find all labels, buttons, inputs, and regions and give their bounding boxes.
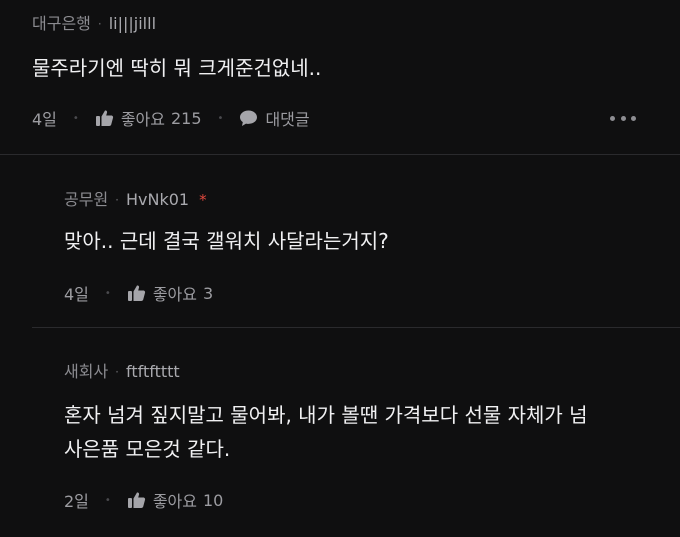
comment-text: 혼자 넘겨 짚지말고 물어봐, 내가 볼땐 가격보다 선물 자체가 넘 사은품 … bbox=[64, 398, 588, 466]
like-button[interactable]: 좋아요 10 bbox=[127, 488, 224, 512]
thumbs-up-icon bbox=[127, 285, 145, 301]
company-name: 새회사 bbox=[64, 362, 109, 381]
comment-meta: 새회사 · ftftftttt bbox=[64, 362, 180, 382]
comment-text-line: 사은품 모은것 같다. bbox=[64, 437, 231, 461]
comment-text: 물주라기엔 딱히 뭐 크게준건없네.. bbox=[32, 56, 322, 80]
reply-button[interactable]: 대댓글 bbox=[239, 106, 310, 130]
comment-meta: 공무원 · HvNk01 * bbox=[64, 190, 207, 210]
like-button[interactable]: 좋아요 3 bbox=[127, 281, 213, 305]
comment-time: 4일 bbox=[64, 285, 89, 304]
reply-label: 대댓글 bbox=[265, 110, 310, 129]
comment-meta: 대구은행 · li|||jilll bbox=[32, 14, 156, 34]
comment-time: 4일 bbox=[32, 110, 57, 129]
action-separator: • bbox=[104, 494, 111, 506]
like-label: 좋아요 bbox=[120, 110, 165, 129]
thumbs-up-icon bbox=[127, 492, 145, 508]
reply-comment: 공무원 · HvNk01 * 맞아.. 근데 결국 갤워치 사달라는거지? 4일… bbox=[32, 155, 680, 328]
comment-text: 맞아.. 근데 결국 갤워치 사달라는거지? bbox=[64, 229, 389, 253]
comment: 대구은행 · li|||jilll 물주라기엔 딱히 뭐 크게준건없네.. 4일… bbox=[0, 0, 680, 155]
like-button[interactable]: 좋아요 215 bbox=[95, 106, 202, 130]
comment-actions: 2일 • 좋아요 10 bbox=[64, 488, 223, 512]
comment-thread: 대구은행 · li|||jilll 물주라기엔 딱히 뭐 크게준건없네.. 4일… bbox=[0, 0, 680, 537]
meta-separator: · bbox=[97, 17, 102, 31]
reply-comment: 새회사 · ftftftttt 혼자 넘겨 짚지말고 물어봐, 내가 볼땐 가격… bbox=[32, 328, 680, 537]
nickname[interactable]: li|||jilll bbox=[109, 14, 156, 34]
more-horizontal-icon-dot bbox=[620, 115, 626, 121]
meta-separator: · bbox=[115, 193, 119, 207]
company-name: 공무원 bbox=[64, 190, 109, 209]
comment-actions: 4일 • 좋아요 3 bbox=[64, 281, 213, 305]
like-label: 좋아요 bbox=[152, 285, 197, 304]
like-count: 3 bbox=[202, 283, 214, 303]
nickname[interactable]: ftftftttt bbox=[126, 362, 180, 382]
more-horizontal-icon-dot bbox=[610, 115, 615, 121]
meta-separator: · bbox=[115, 365, 119, 379]
action-separator: • bbox=[104, 287, 111, 299]
speech-bubble-icon bbox=[240, 110, 258, 126]
comment-time: 2일 bbox=[64, 492, 89, 511]
comment-actions: 4일 • 좋아요 215 • 대댓글 bbox=[32, 106, 310, 130]
like-count: 10 bbox=[202, 490, 224, 510]
action-separator: • bbox=[217, 112, 224, 124]
thumbs-up-icon bbox=[95, 110, 113, 126]
nickname[interactable]: HvNk01 bbox=[126, 190, 189, 210]
more-horizontal-icon-dot bbox=[631, 115, 636, 121]
like-label: 좋아요 bbox=[152, 492, 197, 511]
more-options-button[interactable] bbox=[610, 106, 636, 130]
like-count: 215 bbox=[170, 108, 202, 128]
comment-text-line: 혼자 넘겨 짚지말고 물어봐, 내가 볼땐 가격보다 선물 자체가 넘 bbox=[64, 403, 588, 427]
author-mark: * bbox=[199, 191, 207, 209]
company-name: 대구은행 bbox=[32, 14, 91, 33]
action-separator: • bbox=[72, 112, 79, 124]
